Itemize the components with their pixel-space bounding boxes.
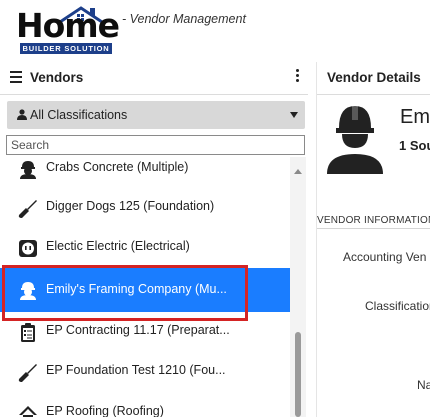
vendor-address: 1 Sou [399,138,430,153]
accounting-vendor-field-label: Accounting Ven [343,250,427,264]
vendor-list-scrollbar[interactable] [290,157,306,417]
vendor-name-heading: Emi [400,106,430,128]
vendors-panel-header: Vendors [0,62,308,95]
vendor-list-item[interactable]: EP Foundation Test 1210 (Fou... [0,351,290,391]
vendor-list-item[interactable]: Digger Dogs 125 (Foundation) [0,187,290,227]
vendor-list-item-selected[interactable]: Emily's Framing Company (Mu... [0,268,290,312]
vendor-list-item[interactable]: EP Contracting 11.17 (Preparat... [0,311,290,351]
worker-hardhat-icon [20,282,36,300]
logo-wordmark: Home [16,6,120,45]
app-header: Home BUILDER SOLUTION - Vendor Managemen… [0,0,430,62]
trowel-icon [18,200,37,218]
classification-label: All Classifications [30,108,128,122]
name-field-label: Na [417,378,430,392]
vendor-list-item[interactable]: Electic Electric (Electrical) [0,227,290,267]
section-divider [317,228,430,229]
vendor-name: Electic Electric (Electrical) [46,239,190,253]
vendor-information-section-label: VENDOR INFORMATION [317,215,430,226]
roof-icon [19,406,37,417]
vendor-details-panel: Vendor Details Emi 1 Sou VENDOR INFORMAT… [316,62,430,417]
more-options-icon[interactable] [294,69,300,85]
vendor-name: EP Foundation Test 1210 (Fou... [46,363,226,377]
electrical-outlet-icon [19,240,37,257]
person-icon [17,109,27,120]
home-builder-logo: Home BUILDER SOLUTION [14,6,120,56]
vendor-name: Digger Dogs 125 (Foundation) [46,199,215,213]
app-subtitle: - Vendor Management [122,12,246,26]
worker-hardhat-icon [20,161,36,179]
vendor-list-item[interactable]: Crabs Concrete (Multiple) [0,157,290,188]
vendor-name: Crabs Concrete (Multiple) [46,160,189,174]
classification-dropdown[interactable]: All Classifications [7,101,305,129]
panel-title: Vendors [30,70,84,85]
panel-title: Vendor Details [327,70,421,85]
vendor-name: EP Contracting 11.17 (Preparat... [46,323,230,337]
vendors-panel: Vendors All Classifications Crabs Concre… [0,62,308,417]
caret-down-icon [290,112,298,118]
vendor-name: Emily's Framing Company (Mu... [46,282,227,296]
classification-field-label: Classification [365,299,430,313]
vendor-details-header: Vendor Details [317,62,430,95]
scrollbar-thumb[interactable] [295,332,301,417]
vendor-avatar-hardhat-icon [327,106,383,174]
vendor-name: EP Roofing (Roofing) [46,404,164,417]
vendor-list-item[interactable]: EP Roofing (Roofing) [0,392,290,417]
search-input[interactable] [6,135,305,155]
logo-tagline: BUILDER SOLUTION [20,43,112,54]
scroll-up-arrow-icon[interactable] [294,169,302,174]
trowel-icon [18,364,37,382]
clipboard-checklist-icon [21,323,35,342]
menu-icon[interactable] [10,71,22,83]
vendor-list: Crabs Concrete (Multiple) Digger Dogs 12… [0,157,290,417]
